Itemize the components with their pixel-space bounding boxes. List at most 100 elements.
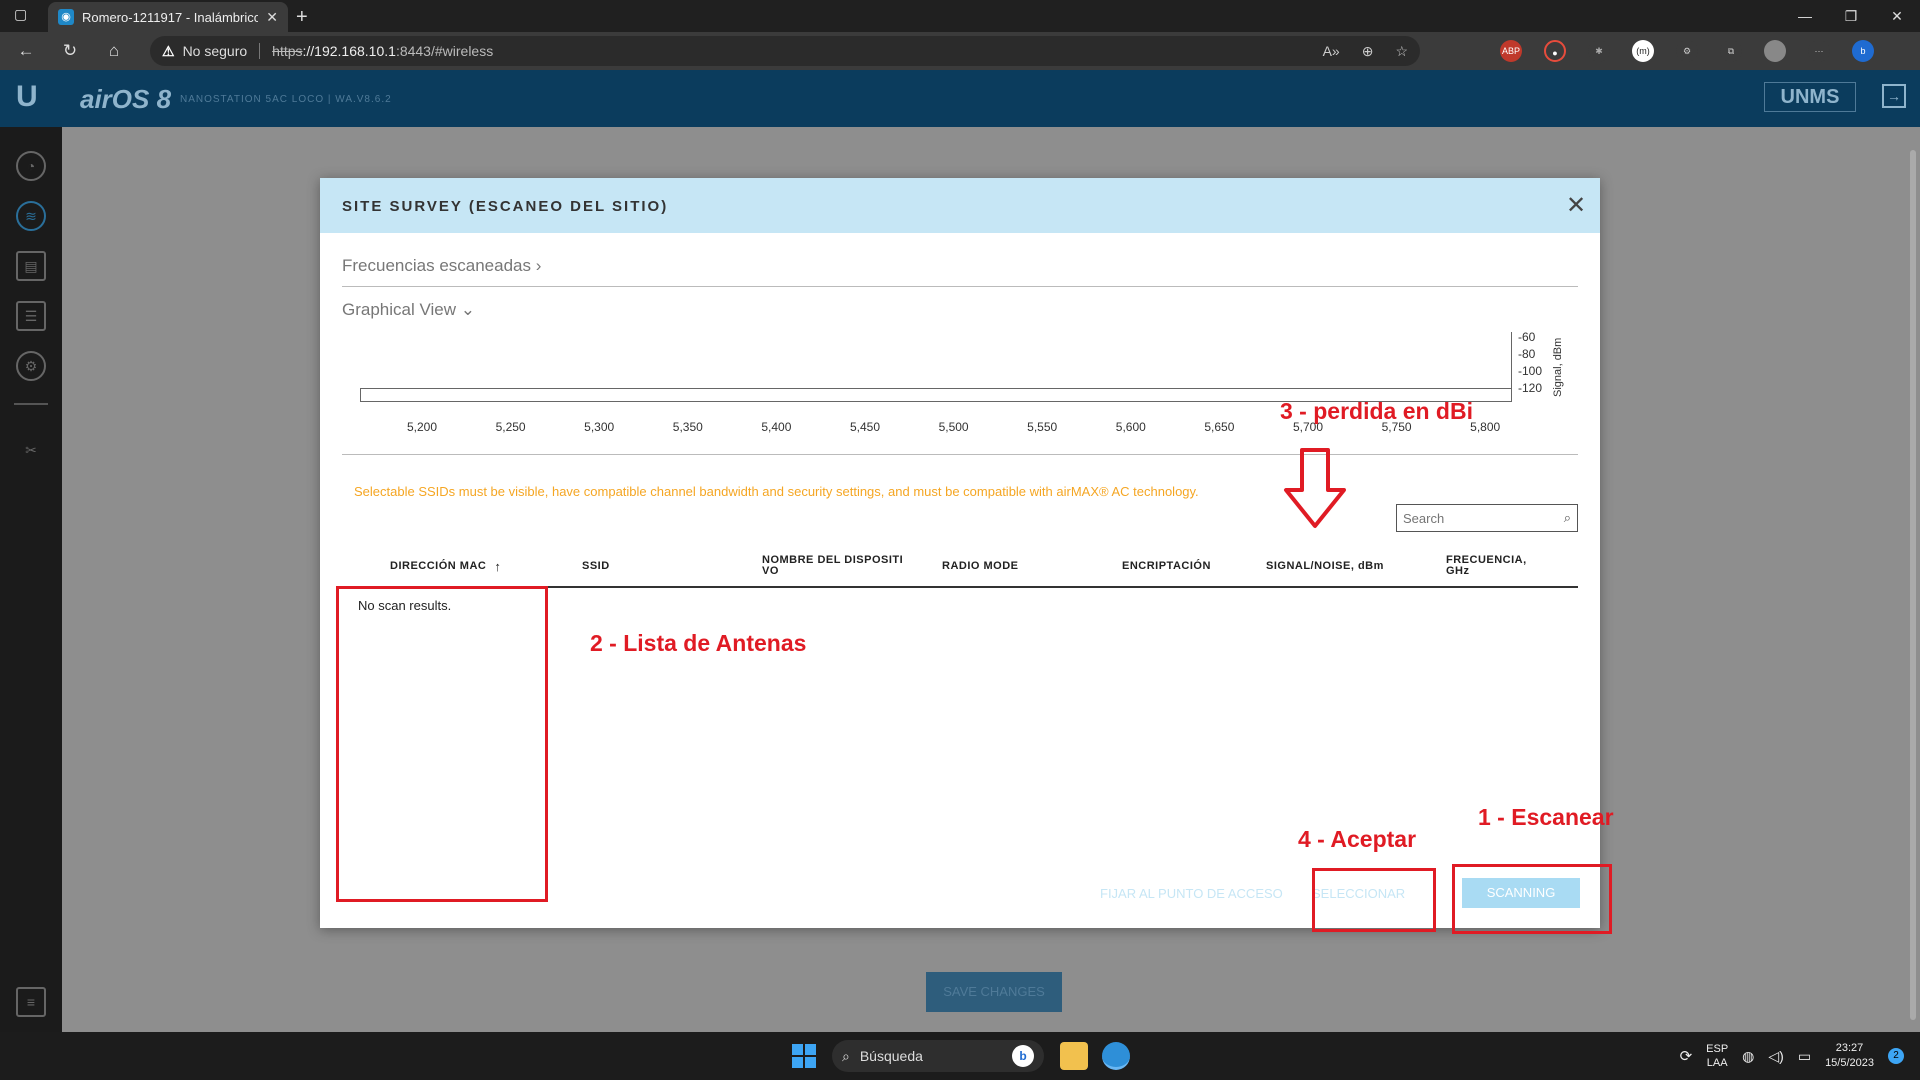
taskbar-search-label: Búsqueda [859, 1048, 923, 1064]
sidebar: ◔ ≋ ▤ ☰ ⚙ ✂ ≡ [0, 127, 62, 1032]
annotation-select-box [1312, 868, 1436, 932]
close-window-icon[interactable]: ✕ [1874, 0, 1920, 32]
record-icon[interactable]: ● [1544, 40, 1566, 62]
close-icon[interactable]: ✕ [1564, 194, 1588, 218]
col-signal-noise[interactable]: SIGNAL/NOISE, dBm [1266, 544, 1384, 588]
sort-asc-icon: ↑ [494, 558, 502, 574]
notification-badge[interactable]: 2 [1888, 1048, 1904, 1064]
settings-icon[interactable]: ⚙ [16, 351, 46, 381]
app-header: U airOS 8 NANOSTATION 5AC LOCO | WA.V8.6… [0, 70, 1920, 127]
volume-icon[interactable]: ◁) [1768, 1048, 1783, 1065]
col-frequency[interactable]: FRECUENCIA, GHz [1446, 544, 1527, 588]
puzzle-icon[interactable]: ⚙ [1676, 40, 1698, 62]
scrollbar[interactable] [1910, 150, 1916, 1020]
url-host: ://192.168.10.1 [302, 43, 396, 59]
refresh-icon[interactable]: ↻ [58, 40, 82, 62]
col-radio-mode[interactable]: RADIO MODE [942, 544, 1019, 588]
graphical-view-toggle[interactable]: Graphical View ⌄ [342, 300, 475, 320]
chart-x-tick: 5,200 [406, 420, 438, 434]
annotation-list-box [336, 586, 548, 902]
language-indicator[interactable]: ESP LAA [1706, 1042, 1728, 1070]
url-path: :8443/#wireless [395, 43, 494, 59]
home-icon[interactable]: ⌂ [102, 40, 126, 62]
chart-x-tick: 5,300 [584, 420, 615, 434]
minimize-icon[interactable]: — [1782, 0, 1828, 32]
chart-x-tick: 5,550 [1027, 420, 1058, 434]
signal-chart: Signal, dBm 5,200 5,250 5,300 5,350 5,400 5,4… [360, 330, 1580, 442]
read-aloud-icon[interactable]: A» [1323, 43, 1340, 60]
network-globe-icon[interactable]: ◍ [1742, 1048, 1754, 1065]
network-icon[interactable]: ▤ [16, 251, 46, 281]
more-menu-icon[interactable]: ··· [1808, 40, 1830, 62]
sidebar-divider [14, 403, 48, 405]
chevron-right-icon: › [535, 256, 542, 275]
chevron-down-icon: ⌄ [460, 300, 476, 319]
log-icon[interactable]: ≡ [16, 987, 46, 1017]
unms-button[interactable]: UNMS [1764, 82, 1856, 112]
url-field[interactable]: ⚠ No seguro https://192.168.10.1:8443/#w… [150, 36, 1420, 66]
tools-icon[interactable]: ✂ [16, 437, 46, 467]
col-ssid[interactable]: SSID [582, 544, 610, 588]
dashboard-icon[interactable]: ◔ [16, 151, 46, 181]
col-frequency-line2: GHz [1446, 565, 1470, 577]
file-explorer-icon[interactable] [1060, 1042, 1088, 1070]
browser-tabbar: ▢ ◉ Romero-1211917 - Inalámbrico ✕ + — ❐… [0, 0, 1920, 32]
window-controls: — ❐ ✕ [1782, 0, 1920, 32]
annotation-list: 2 - Lista de Antenas [590, 630, 807, 656]
restore-icon[interactable]: ❐ [1828, 0, 1874, 32]
chart-x-tick: 5,450 [849, 420, 881, 434]
logout-icon[interactable]: → [1882, 84, 1906, 108]
clock[interactable]: 23:27 15/5/2023 [1825, 1041, 1874, 1071]
clock-time: 23:27 [1835, 1042, 1864, 1054]
address-bar: ← ↻ ⌂ ⚠ No seguro https://192.168.10.1:8… [0, 32, 1920, 70]
clock-date: 15/5/2023 [1825, 1057, 1874, 1069]
col-device-name[interactable]: NOMBRE DEL DISPOSITI VO [762, 544, 903, 588]
edge-icon[interactable] [1102, 1042, 1130, 1070]
save-changes-button[interactable]: SAVE CHANGES [926, 972, 1062, 1012]
zoom-icon[interactable]: ⊕ [1362, 43, 1374, 60]
search-field[interactable]: ⌕ [1396, 504, 1578, 532]
col-device-name-line2: VO [762, 565, 779, 577]
sync-icon[interactable]: ⟳ [1680, 1047, 1693, 1065]
airos-brand: airOS 8 [80, 84, 172, 114]
search-icon[interactable]: ⌕ [1564, 510, 1571, 526]
scanned-frequencies-toggle[interactable]: Frecuencias escaneadas › [342, 256, 541, 276]
taskbar-search[interactable]: ⌕ Búsqueda b [832, 1040, 1044, 1072]
chart-x-tick: 5,650 [1204, 420, 1235, 434]
warning-icon: ⚠ [162, 42, 175, 59]
chart-y-label: Signal, dBm [1552, 337, 1564, 397]
chart-y-axis [1511, 332, 1512, 402]
favorites-add-icon[interactable]: ☆ [1395, 43, 1408, 60]
chart-x-tick: 5,350 [672, 420, 703, 434]
col-device-name-line1: NOMBRE DEL DISPOSITI [762, 554, 904, 566]
wireless-icon[interactable]: ≋ [16, 201, 46, 231]
annotation-scan: 1 - Escanear [1478, 804, 1614, 830]
start-icon[interactable] [792, 1044, 816, 1068]
collections-icon[interactable]: ⧉ [1720, 40, 1742, 62]
modal-title: SITE SURVEY (ESCANEO DEL SITIO) [342, 198, 669, 215]
new-tab-icon[interactable]: + [296, 6, 308, 29]
services-icon[interactable]: ☰ [16, 301, 46, 331]
media-icon[interactable]: (m) [1632, 40, 1654, 62]
freq-toggle-label: Frecuencias escaneadas [342, 256, 532, 275]
windows-taskbar: ⌕ Búsqueda b ⟳ ESP LAA ◍ ◁) ▭ 23:27 15/5… [0, 1032, 1920, 1080]
profile-avatar[interactable] [1764, 40, 1786, 62]
chart-x-tick: 5,600 [1115, 420, 1146, 434]
battery-icon[interactable]: ▭ [1798, 1048, 1811, 1065]
col-mac[interactable]: DIRECCIÓN MAC ↑ [390, 544, 501, 588]
annotation-scan-box [1452, 864, 1612, 934]
chart-y-tick: -60 [1518, 330, 1536, 344]
close-tab-icon[interactable]: ✕ [266, 9, 278, 26]
back-icon[interactable]: ← [14, 40, 38, 62]
col-encryption[interactable]: ENCRIPTACIÓN [1122, 544, 1211, 588]
adblock-icon[interactable]: ABP [1500, 40, 1522, 62]
favicon-icon: ◉ [58, 9, 74, 25]
tab-actions-icon[interactable]: ▢ [14, 6, 34, 26]
bing-icon[interactable]: b [1852, 40, 1874, 62]
lock-to-ap-button[interactable]: FIJAR AL PUNTO DE ACCESO [1100, 886, 1283, 901]
extension-icon[interactable]: ✱ [1588, 40, 1610, 62]
chart-x-tick: 5,400 [761, 420, 792, 434]
chart-x-tick: 5,800 [1470, 420, 1501, 434]
search-input[interactable] [1403, 510, 1543, 526]
browser-tab[interactable]: ◉ Romero-1211917 - Inalámbrico ✕ [48, 2, 288, 32]
